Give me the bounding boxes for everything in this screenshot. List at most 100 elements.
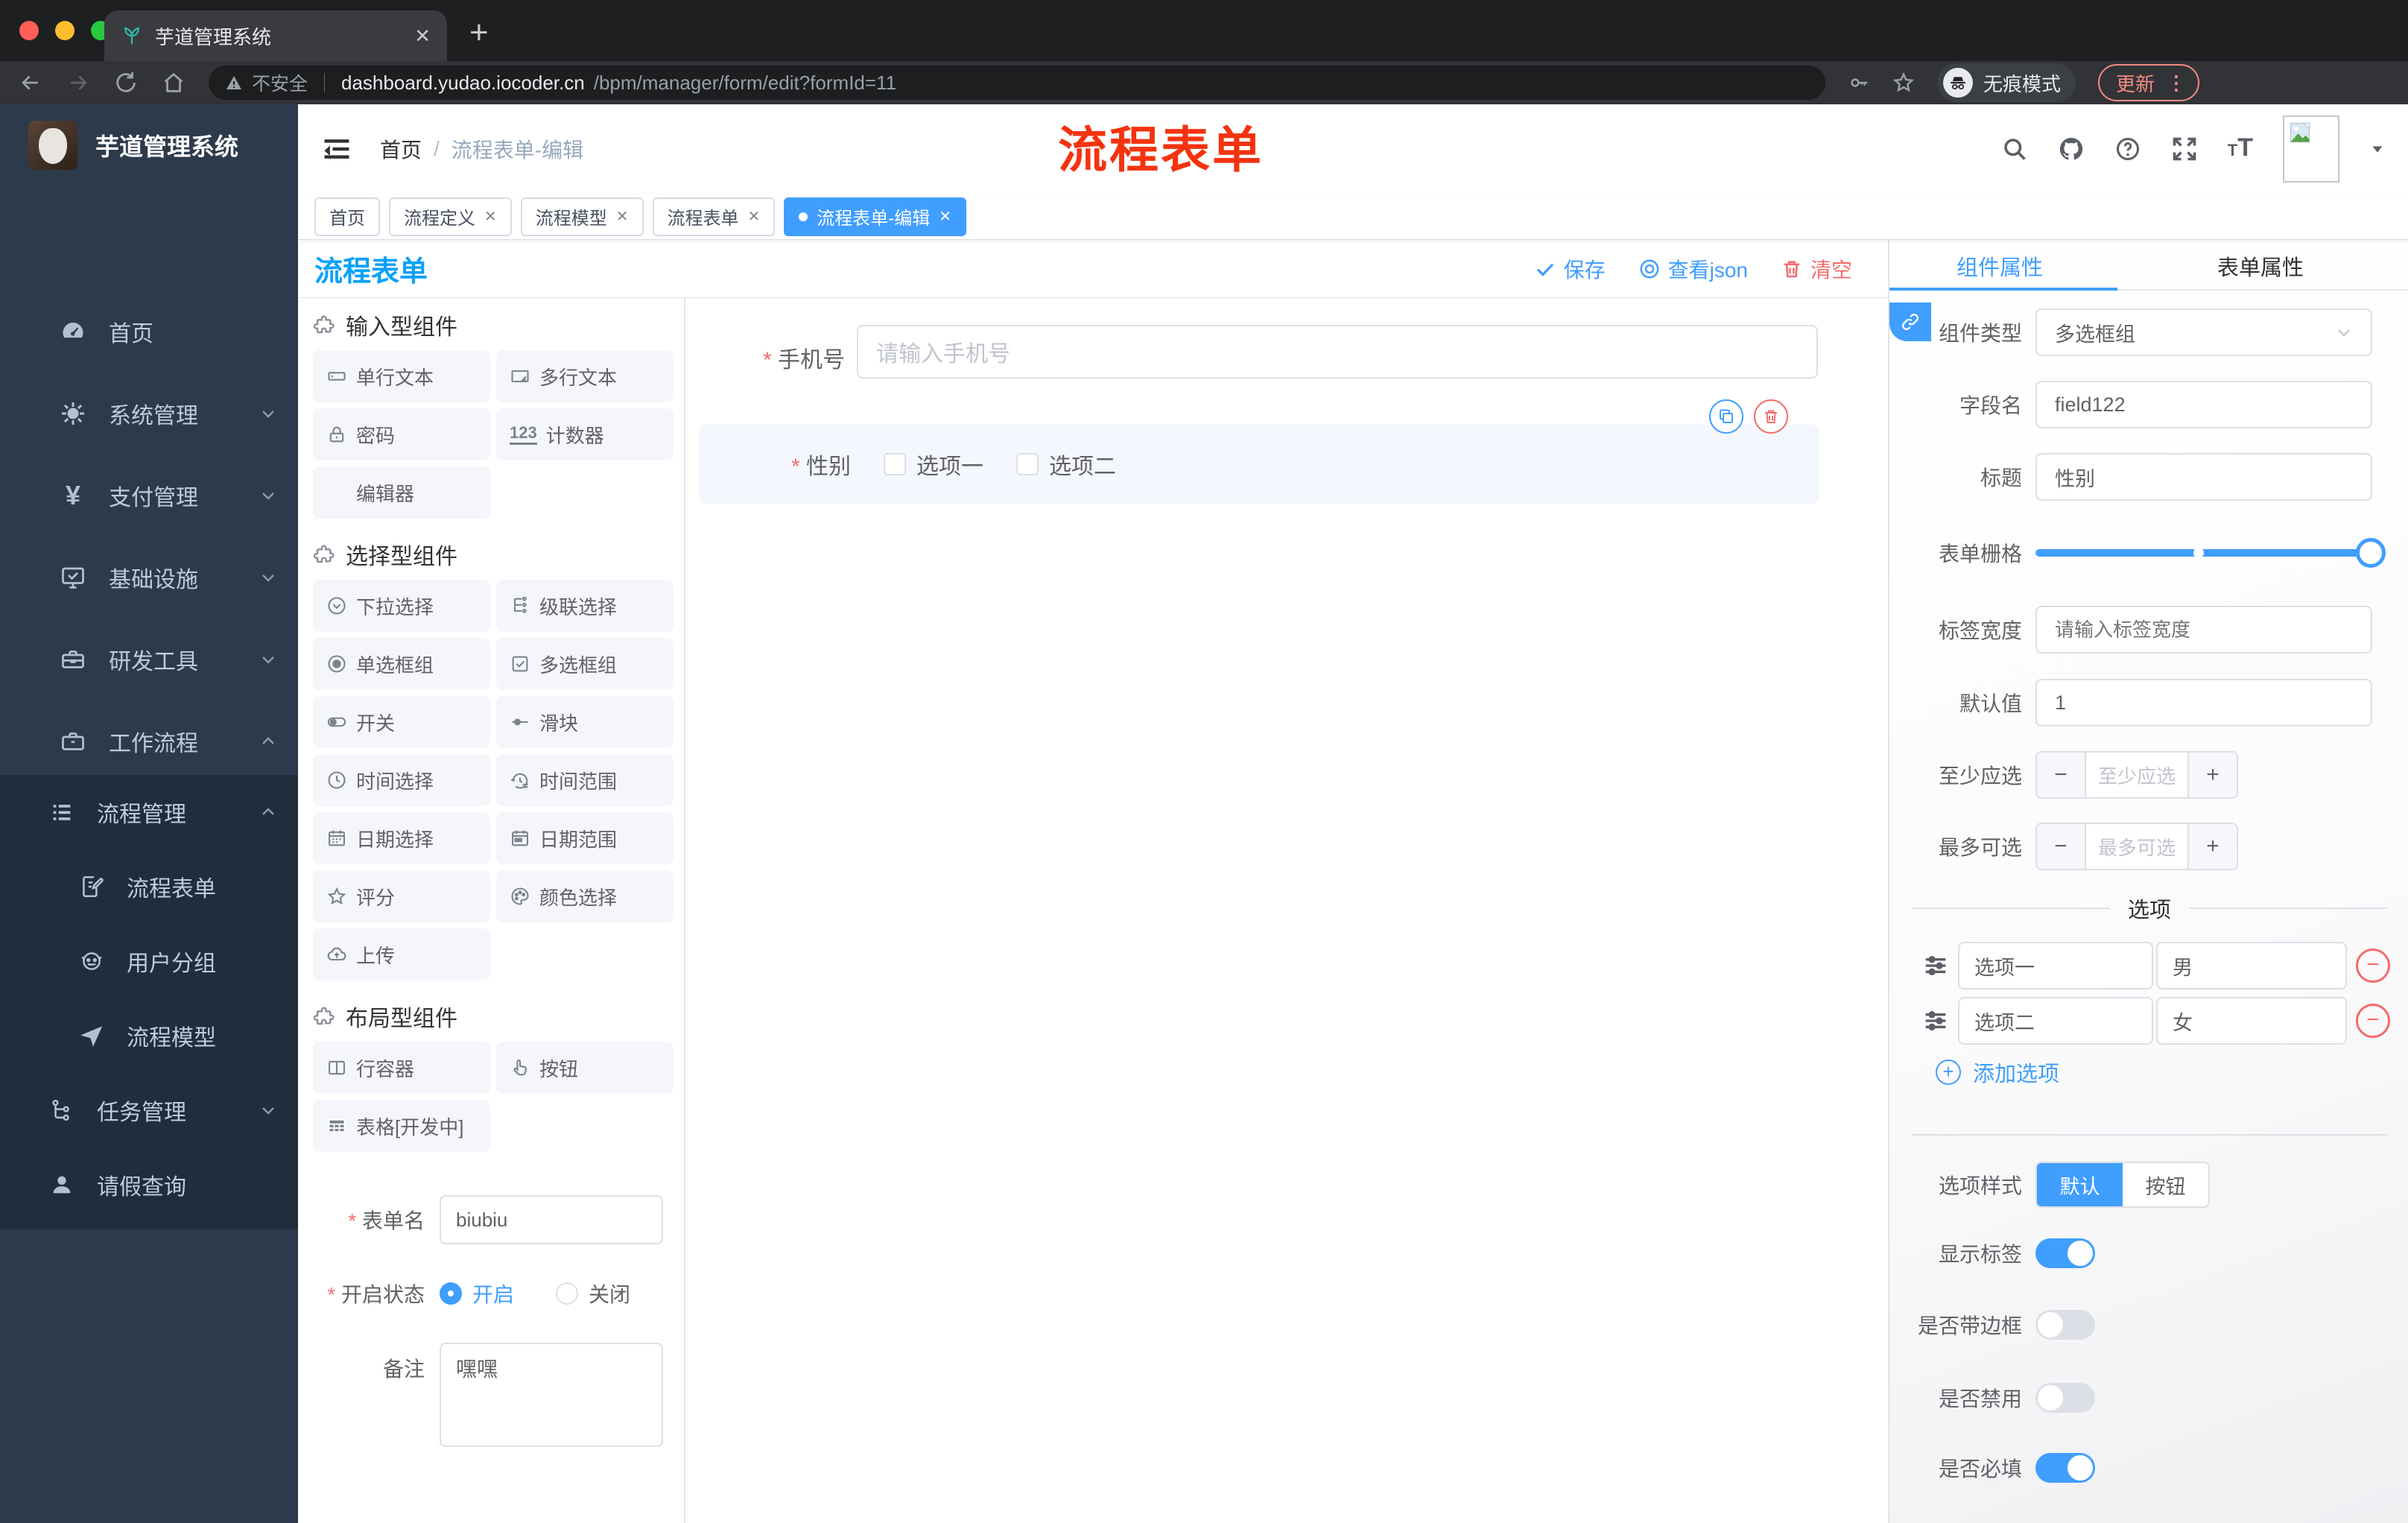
add-option-button[interactable]: 添加选项: [1936, 1057, 2059, 1088]
palette-item-time-picker[interactable]: 时间选择: [313, 754, 490, 806]
close-icon[interactable]: [939, 207, 951, 226]
phone-field-input[interactable]: 请输入手机号: [857, 325, 1818, 379]
sidebar-item-leave-query[interactable]: 请假查询: [0, 1147, 298, 1222]
palette-item-textarea[interactable]: 多行文本: [496, 350, 674, 402]
back-icon[interactable]: [18, 70, 43, 95]
minus-button[interactable]: −: [2037, 824, 2086, 869]
search-icon[interactable]: [2001, 136, 2028, 162]
palette-item-upload[interactable]: 上传: [313, 928, 490, 981]
label-width-input[interactable]: [2035, 606, 2372, 653]
selected-component-gender[interactable]: 性别 选项一 选项二: [699, 425, 1819, 504]
segment-button[interactable]: 按钮: [2123, 1163, 2208, 1206]
palette-item-cascader[interactable]: 级联选择: [496, 580, 674, 632]
required-toggle[interactable]: [2035, 1453, 2095, 1483]
view-json-button[interactable]: 查看json: [1638, 254, 1748, 284]
sidebar-item-home[interactable]: 首页: [0, 291, 298, 373]
default-value-input[interactable]: [2035, 679, 2372, 726]
option-label-input[interactable]: [1958, 997, 2153, 1045]
segment-default[interactable]: 默认: [2037, 1163, 2123, 1206]
remark-textarea[interactable]: 嘿嘿: [440, 1343, 663, 1447]
tag-process-definition[interactable]: 流程定义: [389, 197, 512, 236]
key-icon[interactable]: [1848, 72, 1870, 94]
close-icon[interactable]: [748, 207, 761, 226]
copy-component-button[interactable]: [1709, 399, 1743, 434]
minus-button[interactable]: −: [2037, 753, 2086, 797]
palette-item-date-picker[interactable]: 日期选择: [313, 812, 490, 864]
fullscreen-icon[interactable]: [2171, 136, 2198, 162]
checkbox-icon[interactable]: [1016, 453, 1039, 475]
drag-handle-icon[interactable]: [1921, 1006, 1951, 1036]
remove-option-button[interactable]: [2356, 1004, 2390, 1038]
collapse-menu-icon[interactable]: [320, 133, 353, 165]
palette-item-switch[interactable]: 开关: [313, 696, 490, 748]
min-select-input[interactable]: 至少应选: [2086, 753, 2187, 797]
form-name-input[interactable]: [440, 1195, 663, 1244]
form-grid-slider[interactable]: [2035, 538, 2386, 568]
palette-item-single-text[interactable]: 单行文本: [313, 350, 490, 402]
delete-component-button[interactable]: [1754, 399, 1788, 434]
sidebar-item-task-manage[interactable]: 任务管理: [0, 1073, 298, 1147]
question-icon[interactable]: [2114, 136, 2141, 162]
sidebar-item-infra[interactable]: 基础设施: [0, 536, 298, 618]
tag-process-form-edit[interactable]: 流程表单-编辑: [784, 197, 967, 236]
palette-item-slider[interactable]: 滑块: [496, 696, 674, 748]
reload-icon[interactable]: [113, 70, 139, 95]
palette-item-color-picker[interactable]: 颜色选择: [496, 870, 674, 922]
palette-item-table[interactable]: 表格[开发中]: [313, 1100, 490, 1152]
close-icon[interactable]: [484, 207, 497, 226]
drag-handle-icon[interactable]: [1921, 951, 1951, 981]
palette-item-rate[interactable]: 评分: [313, 870, 490, 922]
palette-item-time-range[interactable]: 时间范围: [496, 754, 674, 806]
sidebar-item-process-form[interactable]: 流程表单: [0, 849, 298, 924]
palette-item-password[interactable]: 密码: [313, 408, 490, 460]
minimize-window-button[interactable]: [55, 21, 75, 40]
clear-button[interactable]: 清空: [1781, 254, 1852, 284]
show-label-toggle[interactable]: [2035, 1238, 2095, 1268]
close-icon[interactable]: [616, 207, 629, 226]
font-size-icon[interactable]: TT: [2228, 135, 2253, 163]
bookmark-star-icon[interactable]: [1892, 72, 1915, 94]
sidebar-item-pay[interactable]: ¥ 支付管理: [0, 455, 298, 536]
palette-item-checkbox-group[interactable]: 多选框组: [496, 638, 674, 690]
palette-item-editor[interactable]: 编辑器: [313, 466, 490, 519]
border-toggle[interactable]: [2035, 1310, 2095, 1340]
remove-option-button[interactable]: [2356, 949, 2390, 983]
github-icon[interactable]: [2058, 136, 2085, 162]
plus-button[interactable]: +: [2187, 753, 2237, 797]
gender-option-1[interactable]: 选项一: [884, 448, 983, 481]
forward-icon[interactable]: [66, 70, 91, 95]
chevron-down-icon[interactable]: [2369, 141, 2386, 157]
palette-item-button[interactable]: 按钮: [496, 1042, 674, 1094]
tab-close-icon[interactable]: ✕: [414, 25, 431, 48]
palette-item-select[interactable]: 下拉选择: [313, 580, 490, 632]
plus-button[interactable]: +: [2187, 824, 2237, 869]
sidebar-item-process-manage[interactable]: 流程管理: [0, 775, 298, 849]
sidebar-item-system[interactable]: 系统管理: [0, 373, 298, 455]
option-value-input[interactable]: [2156, 997, 2347, 1045]
palette-item-row-container[interactable]: 行容器: [313, 1042, 490, 1094]
link-handle[interactable]: [1889, 303, 1931, 341]
close-window-button[interactable]: [19, 21, 39, 40]
tab-component-props[interactable]: 组件属性: [1956, 250, 2043, 282]
disabled-toggle[interactable]: [2035, 1383, 2095, 1413]
tag-process-model[interactable]: 流程模型: [520, 197, 644, 236]
option-value-input[interactable]: [2156, 942, 2347, 990]
slider-thumb[interactable]: [2356, 538, 2386, 568]
gender-option-2[interactable]: 选项二: [1016, 448, 1116, 481]
component-type-select[interactable]: 多选框组: [2035, 308, 2372, 356]
field-name-input[interactable]: [2035, 381, 2372, 428]
address-bar[interactable]: 不安全 dashboard.yudao.iocoder.cn/bpm/manag…: [209, 66, 1825, 100]
tab-form-props[interactable]: 表单属性: [2217, 250, 2304, 282]
new-tab-button[interactable]: +: [469, 16, 489, 49]
palette-item-counter[interactable]: 123 计数器: [496, 408, 674, 460]
more-vert-icon[interactable]: ⋮: [2167, 72, 2186, 95]
sidebar-item-devtools[interactable]: 研发工具: [0, 618, 298, 700]
sidebar-item-workflow[interactable]: 工作流程: [0, 700, 298, 782]
sidebar-item-user-group[interactable]: 用户分组: [0, 924, 298, 998]
tag-home[interactable]: 首页: [314, 197, 380, 236]
checkbox-icon[interactable]: [884, 453, 906, 475]
sidebar-item-process-model[interactable]: 流程模型: [0, 998, 298, 1073]
home-icon[interactable]: [161, 70, 186, 95]
breadcrumb-home[interactable]: 首页: [380, 134, 422, 164]
status-radio-off[interactable]: 关闭: [556, 1279, 630, 1308]
